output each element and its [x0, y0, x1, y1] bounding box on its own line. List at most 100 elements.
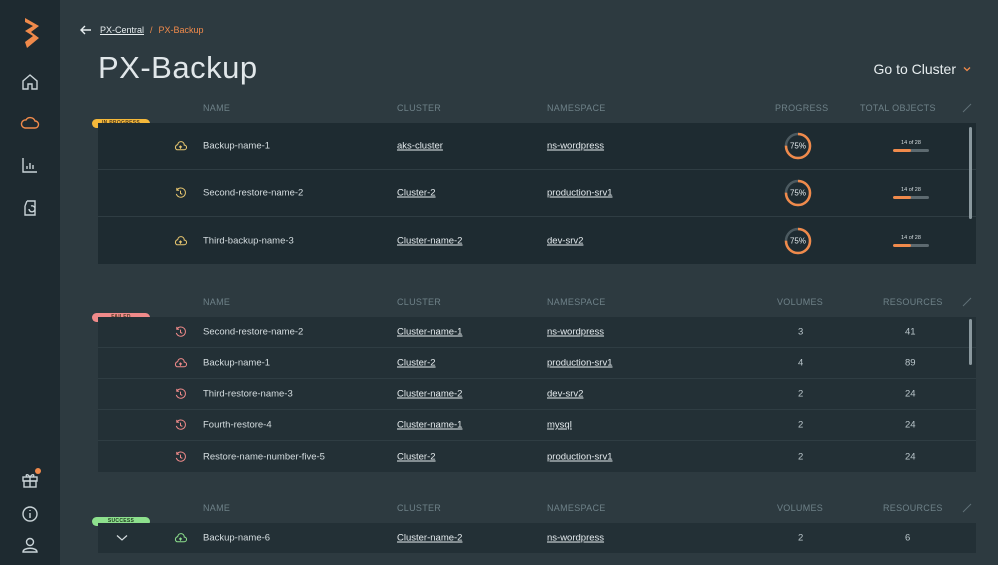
- header-progress: PROGRESS: [775, 103, 829, 113]
- in-progress-section: NAME CLUSTER NAMESPACE PROGRESS TOTAL OB…: [92, 103, 976, 265]
- objects-count: 14 of 28: [901, 187, 921, 193]
- backup-name: Fourth-restore-4: [203, 419, 272, 431]
- table-row[interactable]: Second-restore-name-2 Cluster-2 producti…: [98, 170, 976, 217]
- backup-name: Second-restore-name-2: [203, 187, 304, 199]
- namespace-link[interactable]: ns-wordpress: [547, 327, 604, 338]
- objects-count: 14 of 28: [901, 234, 921, 241]
- app-root: PX-Central / PX-Backup PX-Backup Go to C…: [0, 0, 998, 565]
- backup-name: Backup-name-1: [203, 357, 271, 369]
- breadcrumb-parent-link[interactable]: PX-Central: [100, 25, 144, 35]
- objects-bar: [893, 149, 929, 152]
- table-row[interactable]: Restore-name-number-five-5 Cluster-2 pro…: [98, 441, 976, 472]
- table-row[interactable]: Backup-name-1 aks-cluster ns-wordpress 7…: [98, 123, 976, 170]
- page-title: PX-Backup: [98, 50, 258, 85]
- backup-name: Backup-name-6: [203, 532, 271, 544]
- scrollbar[interactable]: [969, 319, 972, 365]
- progress-value: 75%: [789, 236, 806, 245]
- cluster-link[interactable]: Cluster-name-2: [397, 389, 462, 400]
- go-to-cluster-dropdown[interactable]: Go to Cluster: [874, 61, 972, 77]
- upload-cloud-icon: [174, 141, 187, 151]
- failed-section: NAME CLUSTER NAMESPACE VOLUMES RESOURCES…: [92, 297, 976, 472]
- volumes-value: 2: [798, 419, 804, 431]
- table-row[interactable]: Backup-name-1 Cluster-2 production-srv1 …: [98, 348, 976, 379]
- backup-name: Restore-name-number-five-5: [203, 451, 325, 462]
- header-namespace: NAMESPACE: [547, 103, 606, 113]
- portworx-logo[interactable]: [21, 18, 43, 48]
- header-cluster: CLUSTER: [397, 503, 442, 513]
- scrollbar[interactable]: [969, 127, 972, 219]
- volumes-value: 2: [798, 451, 804, 462]
- header-resources: RESOURCES: [883, 297, 943, 307]
- namespace-link[interactable]: production-srv1: [547, 188, 612, 199]
- header-volumes: VOLUMES: [777, 297, 824, 307]
- backup-name: Third-restore-name-3: [203, 388, 293, 400]
- resources-value: 41: [905, 326, 916, 338]
- namespace-link[interactable]: mysql: [547, 420, 572, 431]
- namespace-link[interactable]: dev-srv2: [547, 389, 583, 400]
- info-icon[interactable]: [18, 502, 42, 526]
- restore-history-icon: [175, 450, 186, 462]
- total-objects: 14 of 28: [893, 235, 929, 247]
- table-row[interactable]: Fourth-restore-4 Cluster-name-1 mysql 2 …: [98, 410, 976, 441]
- total-objects: 14 of 28: [893, 187, 929, 199]
- analytics-icon[interactable]: [18, 153, 42, 177]
- cluster-link[interactable]: Cluster-2: [397, 358, 436, 369]
- header-name: NAME: [203, 297, 231, 307]
- cluster-link[interactable]: Cluster-name-1: [397, 420, 462, 431]
- header-cluster: CLUSTER: [397, 297, 442, 307]
- cluster-link[interactable]: Cluster-name-2: [397, 533, 462, 544]
- namespace-link[interactable]: production-srv1: [547, 451, 612, 462]
- objects-bar-fill: [893, 243, 911, 247]
- chevron-down-icon: [963, 67, 971, 72]
- header-namespace: NAMESPACE: [547, 297, 606, 307]
- progress-value: 75%: [789, 188, 806, 198]
- breadcrumb-separator: /: [150, 25, 153, 35]
- resources-value: 24: [905, 419, 916, 431]
- expand-icon[interactable]: [962, 103, 972, 113]
- objects-bar: [893, 196, 929, 199]
- cluster-link[interactable]: Cluster-2: [397, 451, 436, 462]
- resources-value: 6: [905, 532, 911, 544]
- restore-history-icon: [175, 388, 186, 399]
- home-icon[interactable]: [18, 70, 42, 94]
- table-row[interactable]: Second-restore-name-2 Cluster-name-1 ns-…: [98, 317, 976, 348]
- restore-doc-icon[interactable]: [18, 196, 42, 220]
- table-row[interactable]: Third-restore-name-3 Cluster-name-2 dev-…: [98, 379, 976, 410]
- table-row[interactable]: Third-backup-name-3 Cluster-name-2 dev-s…: [98, 217, 976, 264]
- back-arrow-icon[interactable]: [80, 24, 92, 36]
- table-row[interactable]: Backup-name-6 Cluster-name-2 ns-wordpres…: [98, 523, 976, 553]
- backup-name: Third-backup-name-3: [203, 235, 294, 246]
- header-resources: RESOURCES: [883, 503, 943, 513]
- cluster-link[interactable]: aks-cluster: [397, 141, 443, 152]
- objects-count: 14 of 28: [901, 140, 921, 146]
- namespace-link[interactable]: production-srv1: [547, 358, 612, 369]
- restore-history-icon: [175, 419, 186, 430]
- success-rows: Backup-name-6 Cluster-name-2 ns-wordpres…: [98, 523, 976, 553]
- cloud-backup-icon[interactable]: [18, 111, 42, 135]
- namespace-link[interactable]: ns-wordpress: [547, 141, 604, 152]
- namespace-link[interactable]: ns-wordpress: [547, 533, 604, 544]
- volumes-value: 4: [798, 357, 804, 369]
- header-name: NAME: [203, 503, 231, 513]
- upload-cloud-icon: [174, 533, 187, 543]
- breadcrumb-current: PX-Backup: [158, 25, 204, 35]
- cluster-link[interactable]: Cluster-2: [397, 188, 436, 199]
- upload-cloud-icon: [174, 358, 187, 368]
- namespace-link[interactable]: dev-srv2: [547, 235, 583, 246]
- user-icon[interactable]: [18, 533, 42, 557]
- volumes-value: 2: [798, 532, 804, 544]
- header-name: NAME: [203, 103, 231, 113]
- expand-icon[interactable]: [962, 297, 972, 307]
- chevron-down-icon[interactable]: [116, 534, 128, 542]
- backup-name: Backup-name-1: [203, 140, 271, 152]
- expand-icon[interactable]: [962, 503, 972, 513]
- gift-icon[interactable]: [18, 467, 42, 491]
- success-section: NAME CLUSTER NAMESPACE VOLUMES RESOURCES…: [92, 503, 976, 555]
- header-total-objects: TOTAL OBJECTS: [860, 103, 936, 113]
- cluster-link[interactable]: Cluster-name-2: [397, 235, 462, 246]
- resources-value: 24: [905, 451, 916, 462]
- restore-history-icon: [175, 326, 186, 337]
- header-namespace: NAMESPACE: [547, 503, 606, 513]
- cluster-link[interactable]: Cluster-name-1: [397, 327, 462, 338]
- progress-value: 75%: [789, 141, 806, 151]
